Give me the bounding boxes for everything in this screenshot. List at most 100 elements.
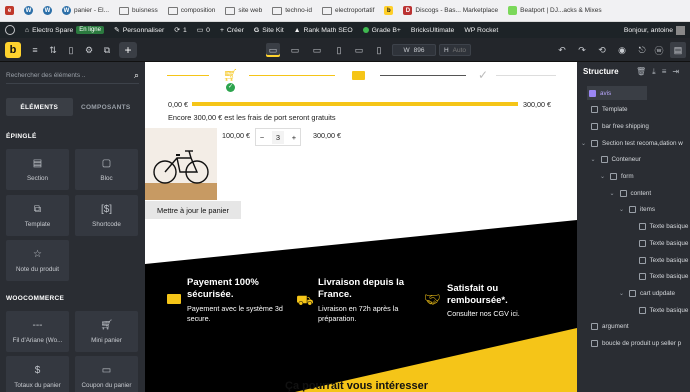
tab-elements[interactable]: ÉLÉMENTS [6,98,73,116]
qty-input[interactable]: 3 [271,130,285,144]
chevron-down-icon[interactable]: ⌄ [590,156,597,163]
bookmark-item[interactable]: e [0,6,19,15]
structure-node[interactable]: argument [580,320,629,334]
page-icon[interactable]: ▯ [65,43,77,57]
element-card-cart-totals[interactable]: $ Totaux du panier [6,356,69,392]
element-card-breadcrumb[interactable]: --- Fil d'Ariane (Wo... [6,311,69,352]
rank-math-link[interactable]: ▲ Rank Math SEO [289,27,358,34]
structure-node[interactable]: Texte basique [628,270,688,284]
structure-node[interactable]: ⌄ cart udpdate [618,286,675,300]
settings-icon[interactable]: ⚙ [83,43,95,57]
tab-components[interactable]: COMPOSANTS [73,98,140,116]
element-card-product-rating[interactable]: ☆ Note du produit [6,240,69,281]
chevron-down-icon[interactable]: ⌄ [618,290,625,297]
site-name-link[interactable]: ⌂ Electro Spare En ligne [20,26,109,34]
comments-count: 0 [206,26,210,34]
update-cart-button[interactable]: Mettre à jour le panier [145,201,241,219]
canvas-width-input[interactable]: W 896 [392,44,436,56]
bookmark-item[interactable]: Wpanier - El... [57,6,114,15]
move-icon[interactable]: ⇥ [672,67,679,77]
wordpress-icon: W [62,6,71,15]
site-favicon-icon: e [5,6,14,15]
wordpress-icon[interactable]: ⓦ [653,43,665,57]
qty-minus-button[interactable]: − [260,133,264,142]
mobile-portrait-icon[interactable]: ▯ [372,43,386,57]
tablet-portrait-icon[interactable]: ▯ [332,43,346,57]
account-link[interactable]: Bonjour, antoine [619,25,690,35]
structure-node[interactable]: Texte basique [628,220,688,234]
bookmark-folder[interactable]: site web [220,6,267,15]
bookmark-folder[interactable]: electroportatif [317,6,379,15]
add-element-button[interactable]: + [119,42,137,58]
star-icon: ☆ [33,248,42,260]
structure-node[interactable]: bar free shipping [580,119,649,133]
tablet-landscape-icon[interactable]: ▭ [310,43,324,57]
laptop-breakpoint-icon[interactable]: ▭ [288,43,302,57]
bookmark-item[interactable]: D Discogs - Bas... Marketplace [398,6,503,15]
save-button[interactable]: ▤ [670,42,686,58]
grade-link[interactable]: Grade B+ [358,27,406,34]
element-card-template[interactable]: ⧉ Template [6,195,69,236]
layers-icon[interactable]: ≡ [29,43,41,57]
element-card-section[interactable]: ▤ Section [6,149,69,190]
template-icon[interactable]: ⧉ [101,43,113,57]
bricks-ultimate-link[interactable]: BricksUltimate [406,27,459,34]
preview-icon[interactable]: ◉ [616,43,628,57]
structure-node[interactable]: Texte basique [628,236,688,250]
bookmark-folder[interactable]: buisness [114,6,163,15]
chevron-down-icon[interactable]: ⌄ [618,206,625,213]
payment-step-icon[interactable] [352,71,365,80]
element-card-cart-coupon[interactable]: ▭ Coupon du panier [75,356,138,392]
bookmark-folder[interactable]: techno-id [267,6,317,15]
element-card-shortcode[interactable]: [$] Shortcode [75,195,138,236]
structure-node[interactable]: Texte basique [628,253,688,267]
element-card-block[interactable]: ▢ Bloc [75,149,138,190]
step-line [380,75,466,76]
bookmark-item[interactable]: W [19,6,38,15]
element-card-mini-cart[interactable]: 🛒︎ Mini panier [75,311,138,352]
structure-node[interactable]: Template [580,103,628,117]
structure-node-label: Section test recoma,dation w [602,139,683,147]
site-kit-link[interactable]: G Site Kit [249,27,289,34]
mobile-landscape-icon[interactable]: ▭ [352,43,366,57]
new-content-link[interactable]: + Créer [215,27,249,34]
bookmark-item[interactable]: W [38,6,57,15]
canvas-height-input[interactable]: H Auto [439,44,471,56]
product-image[interactable] [145,128,217,200]
qty-plus-button[interactable]: + [292,133,296,142]
chevron-down-icon[interactable]: ⌄ [580,140,587,147]
structure-node[interactable]: boucle de produit up seller p [580,337,681,351]
bookmark-item[interactable]: b [379,6,398,15]
sort-icon[interactable]: ⇅ [47,43,59,57]
updates-link[interactable]: ⟳ 1 [169,26,191,35]
customize-link[interactable]: ✎ Personnaliser [109,26,169,35]
bricks-logo-button[interactable]: b [5,42,21,58]
structure-node[interactable]: ⌄ items [618,203,655,217]
structure-node[interactable]: Texte basique [628,303,688,317]
history-icon[interactable]: ⟲ [596,43,608,57]
redo-icon[interactable]: ↷ [576,43,588,57]
wp-logo-button[interactable] [0,25,20,35]
cart-step-icon[interactable]: 🛒︎ [223,68,238,82]
element-type-icon [591,139,598,147]
structure-node[interactable]: avis [587,86,647,100]
wp-rocket-link[interactable]: WP Rocket [459,27,503,34]
undo-icon[interactable]: ↶ [556,43,568,57]
comments-link[interactable]: ▭ 0 [192,26,215,35]
done-step-icon[interactable]: ✓ [478,68,488,82]
delete-icon[interactable]: 🗑︎ [636,67,646,77]
desktop-breakpoint-icon[interactable]: ▭ [266,43,280,57]
structure-node[interactable]: ⌄ content [609,186,651,200]
collapse-icon[interactable]: ≡ [662,67,667,77]
chevron-down-icon[interactable]: ⌄ [609,190,616,197]
search-input[interactable]: Rechercher des éléments .. [6,72,85,79]
chevron-down-icon[interactable]: ⌄ [599,173,606,180]
element-search[interactable]: Rechercher des éléments .. ⌕ [6,68,139,84]
structure-node[interactable]: ⌄ Conteneur [590,153,641,167]
structure-node[interactable]: ⌄ Section test recoma,dation w [580,136,683,150]
structure-node[interactable]: ⌄ form [599,170,634,184]
download-icon[interactable]: ⤓ [652,67,656,77]
bookmark-folder[interactable]: composition [163,6,221,15]
exit-icon[interactable]: ⎋ [636,43,648,57]
bookmark-item[interactable]: Beatport | DJ...acks & Mixes [503,6,607,15]
